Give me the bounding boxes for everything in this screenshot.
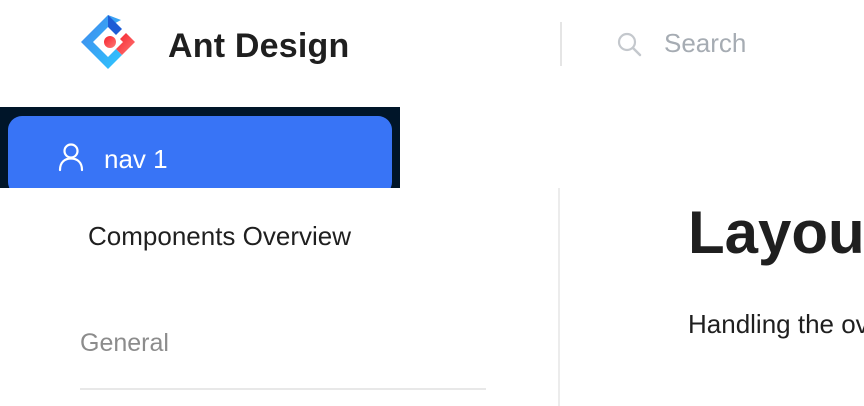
- nav-menu: nav 1: [0, 107, 400, 196]
- header: Ant Design: [0, 0, 864, 92]
- ant-design-logo-icon: [81, 15, 135, 69]
- page-description: Handling the overall layout of a page.: [688, 309, 864, 339]
- page: Ant Design nav 1 Components Overview Gen…: [0, 0, 864, 406]
- logo-link[interactable]: Ant Design: [78, 12, 349, 80]
- header-divider: [560, 22, 562, 66]
- side-menu: Components Overview General: [0, 188, 558, 406]
- main-content: Layout Handling the overall layout of a …: [560, 188, 864, 406]
- search-input[interactable]: [664, 28, 864, 59]
- menu-group-divider: [80, 388, 486, 390]
- components-overview-link[interactable]: Components Overview: [88, 221, 351, 252]
- page-title: Layout: [688, 199, 864, 266]
- user-icon: [58, 143, 84, 172]
- menu-group-title-general: General: [80, 329, 169, 357]
- logo-text: Ant Design: [168, 26, 350, 65]
- search-box[interactable]: [616, 28, 864, 59]
- nav-item-label: nav 1: [104, 144, 168, 174]
- nav-item-nav-1[interactable]: nav 1: [8, 116, 392, 196]
- search-icon: [617, 32, 642, 56]
